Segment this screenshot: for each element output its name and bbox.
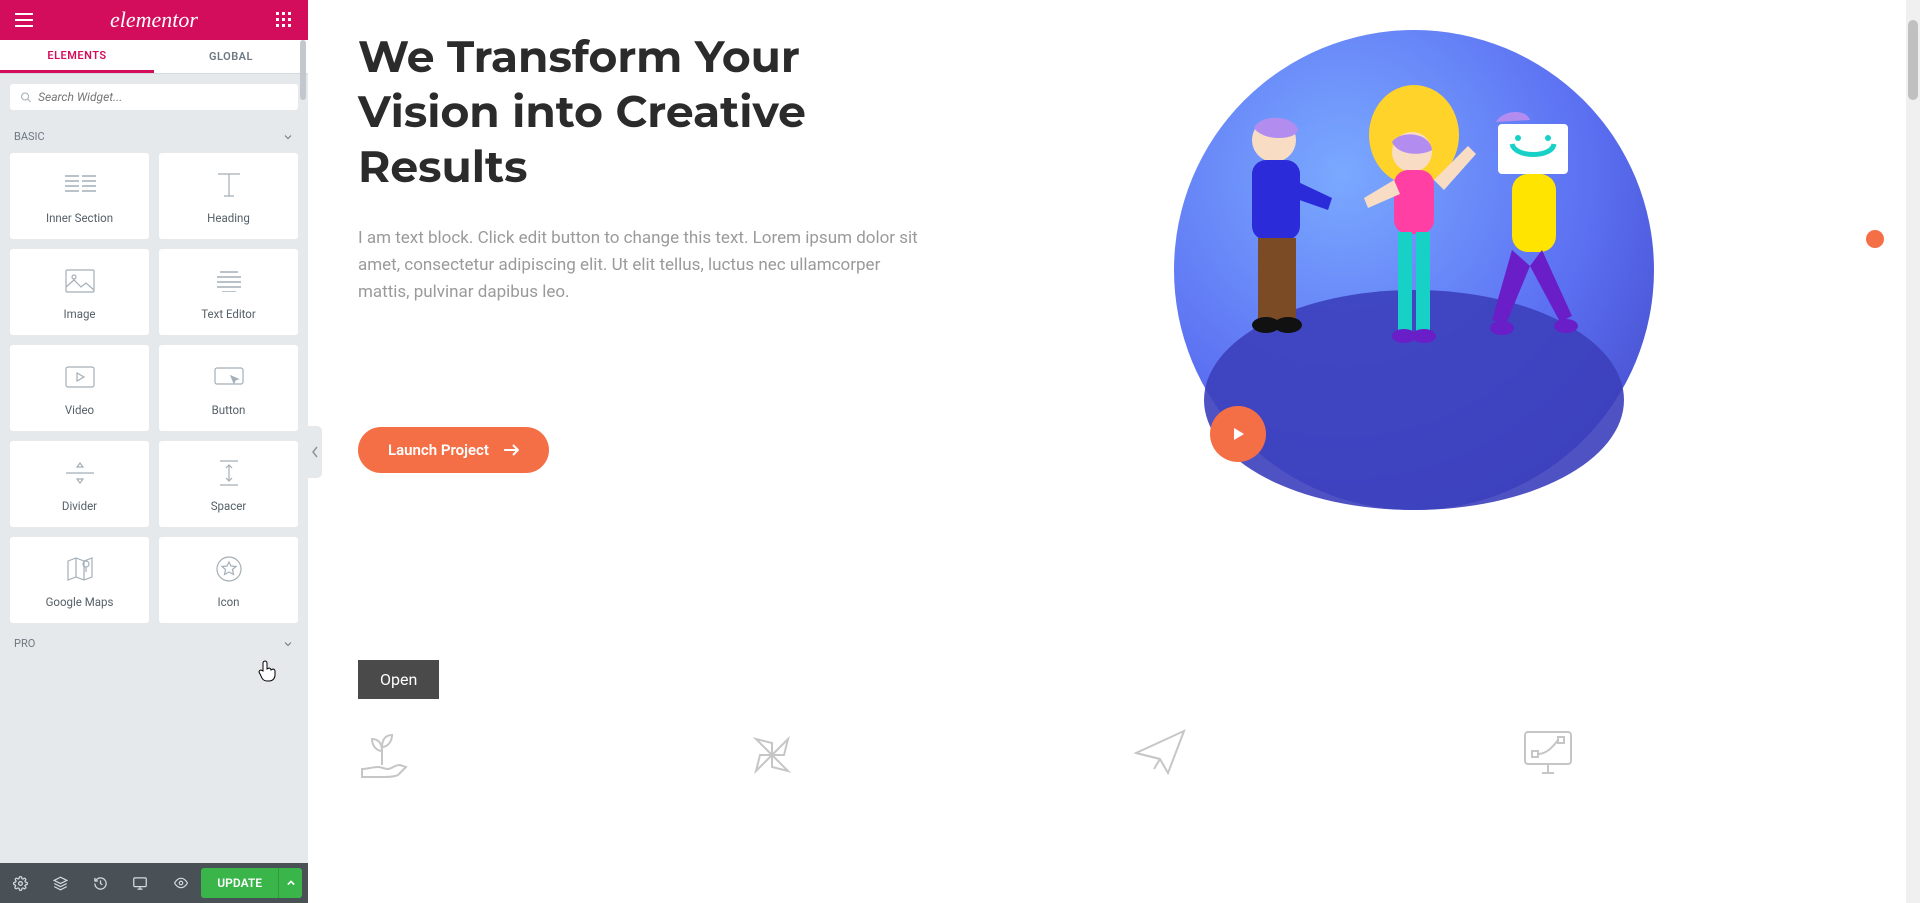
chevron-down-icon xyxy=(282,131,294,143)
panel-scrollbar-thumb[interactable] xyxy=(300,40,306,100)
grid-icon xyxy=(276,12,292,28)
heading-icon xyxy=(214,167,244,203)
widget-video[interactable]: Video xyxy=(10,345,149,431)
widget-label: Button xyxy=(212,403,246,417)
widget-image[interactable]: Image xyxy=(10,249,149,335)
play-button[interactable] xyxy=(1210,406,1266,462)
widget-grid: Inner Section Heading Image Text Editor … xyxy=(0,153,308,623)
chevron-down-icon xyxy=(282,638,294,650)
panel-header: elementor xyxy=(0,0,308,40)
hero-blob xyxy=(1174,30,1654,510)
panel-bottom-bar: UPDATE xyxy=(0,863,308,903)
responsive-button[interactable] xyxy=(120,863,160,903)
widget-text-editor[interactable]: Text Editor xyxy=(159,249,298,335)
apps-grid-button[interactable] xyxy=(272,8,296,32)
monitor-vector-icon xyxy=(1522,729,1574,777)
arrow-right-icon xyxy=(503,444,519,456)
widget-label: Spacer xyxy=(211,499,247,513)
category-basic[interactable]: BASIC xyxy=(0,120,308,153)
hero-illustration[interactable] xyxy=(958,30,1870,510)
panel-tabs: ELEMENTS GLOBAL xyxy=(0,40,308,74)
button-icon xyxy=(214,359,244,395)
widget-label: Video xyxy=(65,403,94,417)
elementor-logo: elementor xyxy=(110,7,198,33)
widget-label: Icon xyxy=(217,595,239,609)
history-icon xyxy=(93,876,108,891)
feature-pinwheel[interactable] xyxy=(746,729,1094,781)
widget-spacer[interactable]: Spacer xyxy=(159,441,298,527)
settings-button[interactable] xyxy=(0,863,40,903)
feature-send[interactable] xyxy=(1134,729,1482,781)
widget-heading[interactable]: Heading xyxy=(159,153,298,239)
page-scrollbar-thumb[interactable] xyxy=(1908,20,1918,100)
text-editor-icon xyxy=(214,263,244,299)
hero-text-block[interactable]: I am text block. Click edit button to ch… xyxy=(358,225,918,307)
spacer-icon xyxy=(217,455,241,491)
preview-canvas[interactable]: We Transform Your Vision into Creative R… xyxy=(308,0,1920,903)
search-wrap xyxy=(0,74,308,120)
paper-plane-icon xyxy=(1134,729,1186,775)
navigator-button[interactable] xyxy=(40,863,80,903)
hamburger-icon xyxy=(15,13,33,27)
gear-icon xyxy=(13,876,28,891)
widget-icon[interactable]: Icon xyxy=(159,537,298,623)
hero-heading[interactable]: We Transform Your Vision into Creative R… xyxy=(358,30,918,195)
caret-up-icon xyxy=(287,879,295,887)
update-dropdown-button[interactable] xyxy=(278,868,302,898)
hero-section: We Transform Your Vision into Creative R… xyxy=(358,30,1870,510)
accent-dot xyxy=(1866,230,1884,248)
cta-label: Launch Project xyxy=(388,441,489,459)
widget-divider[interactable]: Divider xyxy=(10,441,149,527)
desktop-icon xyxy=(132,876,148,891)
hamburger-menu-button[interactable] xyxy=(12,8,36,32)
launch-project-button[interactable]: Launch Project xyxy=(358,427,549,473)
search-box xyxy=(10,84,298,110)
widget-label: Inner Section xyxy=(46,211,113,225)
widget-google-maps[interactable]: Google Maps xyxy=(10,537,149,623)
hero-left-column: We Transform Your Vision into Creative R… xyxy=(358,30,918,473)
google-maps-icon xyxy=(66,551,94,587)
divider-icon xyxy=(65,455,95,491)
plant-hand-icon xyxy=(358,729,412,779)
preview-button[interactable] xyxy=(161,863,201,903)
search-icon xyxy=(20,91,32,104)
elementor-panel: elementor ELEMENTS GLOBAL BASIC Inner Se… xyxy=(0,0,308,903)
panel-collapse-handle[interactable] xyxy=(308,426,322,478)
layers-icon xyxy=(53,876,68,891)
pinwheel-icon xyxy=(746,729,798,781)
eye-icon xyxy=(173,876,189,890)
category-pro[interactable]: PRO xyxy=(0,627,308,660)
category-basic-label: BASIC xyxy=(14,130,45,143)
widget-label: Divider xyxy=(62,499,97,513)
widget-button[interactable]: Button xyxy=(159,345,298,431)
open-button[interactable]: Open xyxy=(358,660,439,699)
chevron-left-icon xyxy=(311,446,319,458)
feature-design[interactable] xyxy=(1522,729,1870,781)
category-pro-label: PRO xyxy=(14,637,35,650)
feature-growth[interactable] xyxy=(358,729,706,781)
widget-label: Text Editor xyxy=(201,307,256,321)
update-group: UPDATE xyxy=(201,868,302,898)
feature-icons-row xyxy=(358,729,1870,781)
inner-section-icon xyxy=(64,167,96,203)
widget-label: Image xyxy=(63,307,95,321)
blob-shadow xyxy=(1720,350,1900,530)
widget-label: Google Maps xyxy=(46,595,114,609)
search-input[interactable] xyxy=(38,90,288,104)
history-button[interactable] xyxy=(80,863,120,903)
update-button[interactable]: UPDATE xyxy=(201,868,278,898)
video-icon xyxy=(65,359,95,395)
page-scrollbar[interactable] xyxy=(1906,0,1920,903)
play-icon xyxy=(1229,425,1247,443)
image-icon xyxy=(65,263,95,299)
widget-label: Heading xyxy=(207,211,250,225)
widget-inner-section[interactable]: Inner Section xyxy=(10,153,149,239)
tab-elements[interactable]: ELEMENTS xyxy=(0,40,154,73)
tab-global[interactable]: GLOBAL xyxy=(154,40,308,73)
icon-icon xyxy=(216,551,242,587)
